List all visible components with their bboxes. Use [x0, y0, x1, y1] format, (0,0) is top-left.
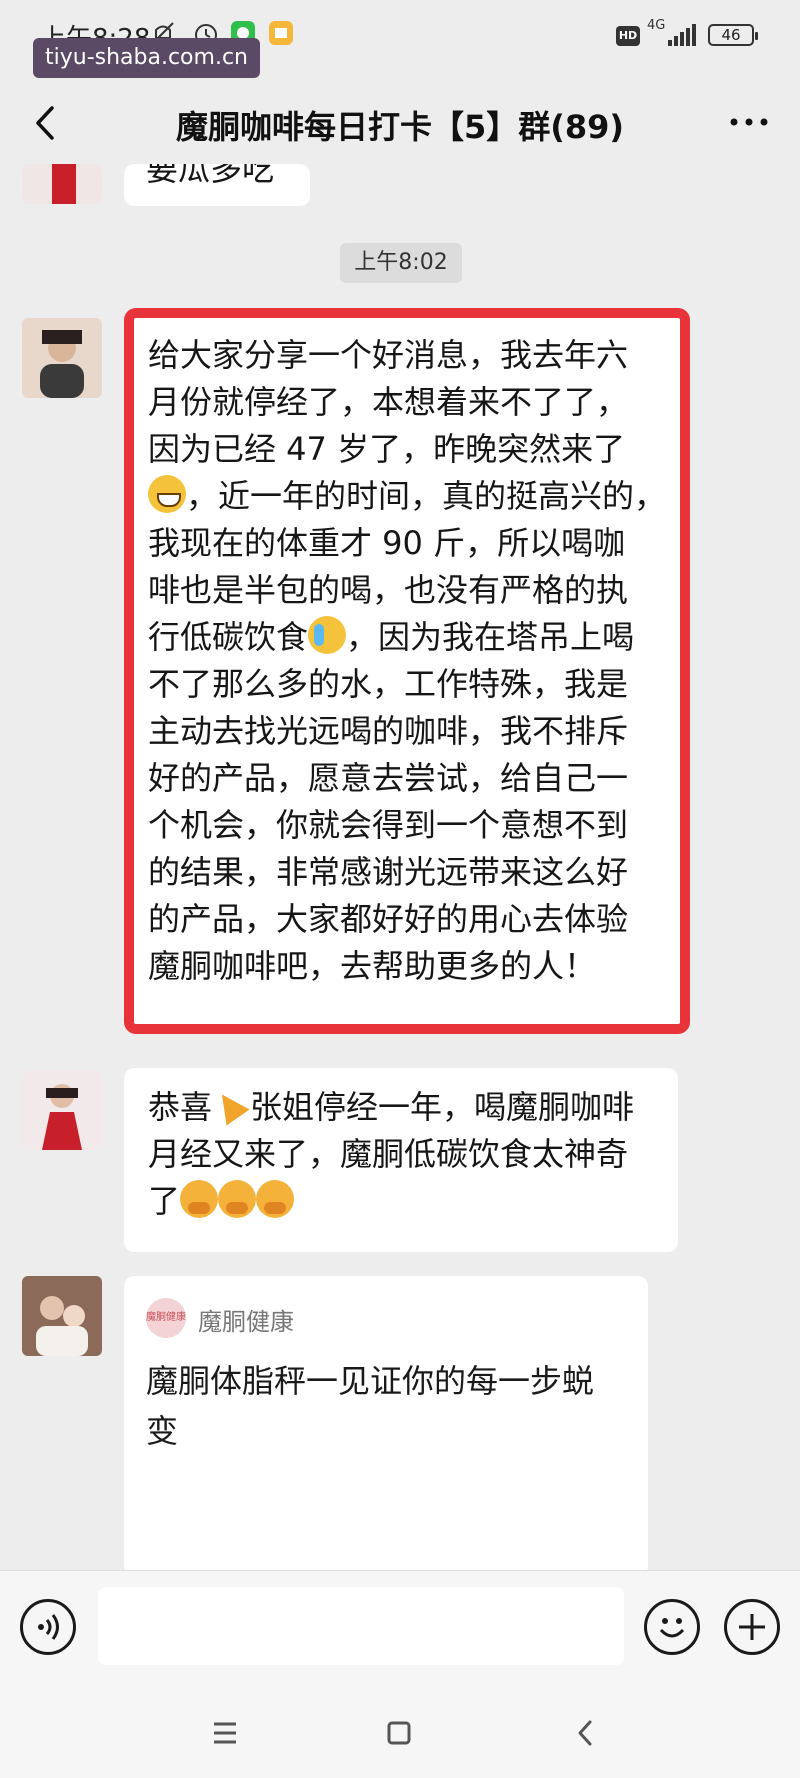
link-source: 魔胴健康: [198, 1308, 294, 1336]
home-square-icon: [387, 1721, 411, 1745]
back-button[interactable]: [22, 98, 72, 148]
nav-home-button[interactable]: [374, 1708, 424, 1758]
message-line: 月份就停经了，本想着来不了了，: [148, 383, 629, 421]
message-text: 给大家分享一个好消息，我去年六 月份就停经了，本想着来不了了， 因为已经 47 …: [134, 318, 680, 990]
shy-emoji-icon: [180, 1180, 219, 1218]
system-nav-bar: [0, 1686, 800, 1778]
emoji-button[interactable]: [644, 1599, 700, 1655]
chat-header: 魔胴咖啡每日打卡【5】群(89): [0, 80, 800, 170]
watermark: tiyu-shaba.com.cn: [33, 38, 260, 78]
more-actions-button[interactable]: [724, 1599, 780, 1655]
link-title: 魔胴体脂秤一见证你的每一步蜕 变: [146, 1356, 626, 1456]
message-line: 的结果，非常感谢光远带来这么好: [148, 853, 629, 891]
message-text: 恭喜 张姐停经一年，喝魔胴咖啡 月经又来了，魔胴低碳饮食太神奇 了: [148, 1084, 634, 1225]
message-text: 要瓜多吃: [146, 164, 275, 188]
avatar[interactable]: [22, 1070, 102, 1150]
notes-notify-icon: [268, 20, 294, 46]
link-source-logo: 魔胴健康: [146, 1298, 186, 1338]
status-bar: 上午8:28 tiyu-shaba.com.cn HD 4G 46: [0, 0, 800, 78]
message-line: 月经又来了，魔胴低碳饮食太神奇: [148, 1135, 629, 1173]
avatar[interactable]: [22, 318, 102, 398]
crying-emoji-icon: [308, 616, 347, 654]
message-line: 好的产品，愿意去尝试，给自己一: [148, 759, 629, 797]
nav-back-button[interactable]: [560, 1708, 610, 1758]
message-line: 不了那么多的水，工作特殊，我是: [148, 665, 629, 703]
timestamp: 上午8:02: [340, 243, 462, 283]
smiley-icon: [659, 1618, 685, 1638]
more-dots-icon: [730, 118, 768, 126]
grin-emoji-icon: [148, 475, 186, 513]
more-button[interactable]: [722, 102, 776, 142]
menu-icon: [214, 1722, 236, 1744]
chevron-left-icon: [578, 1720, 592, 1746]
message-line: ，近一年的时间，真的挺高兴的，: [186, 477, 667, 515]
message-line: 魔胴咖啡吧，去帮助更多的人！: [148, 947, 597, 985]
link-card[interactable]: 魔胴健康 魔胴健康 魔胴体脂秤一见证你的每一步蜕 变: [124, 1276, 648, 1576]
chat-message[interactable]: 恭喜 张姐停经一年，喝魔胴咖啡 月经又来了，魔胴低碳饮食太神奇 了: [124, 1068, 678, 1252]
voice-button[interactable]: [20, 1599, 76, 1655]
link-title-line: 魔胴体脂秤一见证你的每一步蜕: [146, 1362, 595, 1400]
battery-icon: 46: [708, 24, 758, 46]
message-line: 啡也是半包的喝，也没有严格的执: [148, 571, 629, 609]
message-input[interactable]: [98, 1587, 624, 1665]
message-line: 了: [148, 1182, 181, 1220]
shy-emoji-icon: [218, 1180, 257, 1218]
message-line: 张姐停经一年，喝魔胴咖啡: [250, 1088, 635, 1126]
message-line: 的产品，大家都好好的用心去体验: [148, 900, 629, 938]
shy-emoji-icon: [256, 1180, 295, 1218]
message-line: ，因为我在塔吊上喝: [346, 618, 635, 656]
message-line: 因为已经 47 岁了，昨晚突然来了: [148, 430, 626, 468]
hd-badge: HD: [616, 26, 640, 46]
nav-menu-button[interactable]: [200, 1708, 250, 1758]
chat-message-highlighted[interactable]: 给大家分享一个好消息，我去年六 月份就停经了，本想着来不了了， 因为已经 47 …: [124, 308, 690, 1034]
network-type: 4G: [647, 18, 666, 33]
message-line: 行低碳饮食: [148, 618, 309, 656]
chevron-left-icon: [36, 106, 54, 140]
input-bar: [0, 1570, 800, 1686]
chat-message[interactable]: 要瓜多吃: [124, 164, 310, 206]
message-line: 给大家分享一个好消息，我去年六: [148, 336, 629, 374]
message-line: 个机会，你就会得到一个意想不到: [148, 806, 629, 844]
voice-icon: [38, 1614, 59, 1640]
chat-title: 魔胴咖啡每日打卡【5】群(89): [175, 108, 625, 146]
avatar[interactable]: [22, 1276, 102, 1356]
link-title-line: 变: [146, 1412, 179, 1450]
avatar[interactable]: [22, 164, 102, 204]
message-line: 我现在的体重才 90 斤，所以喝咖: [148, 524, 626, 562]
plus-icon: [739, 1614, 765, 1640]
party-popper-emoji-icon: [212, 1086, 250, 1124]
signal-icon: [668, 24, 696, 46]
message-line: 恭喜: [148, 1088, 213, 1126]
message-line: 主动去找光远喝的咖啡，我不排斥: [148, 712, 629, 750]
